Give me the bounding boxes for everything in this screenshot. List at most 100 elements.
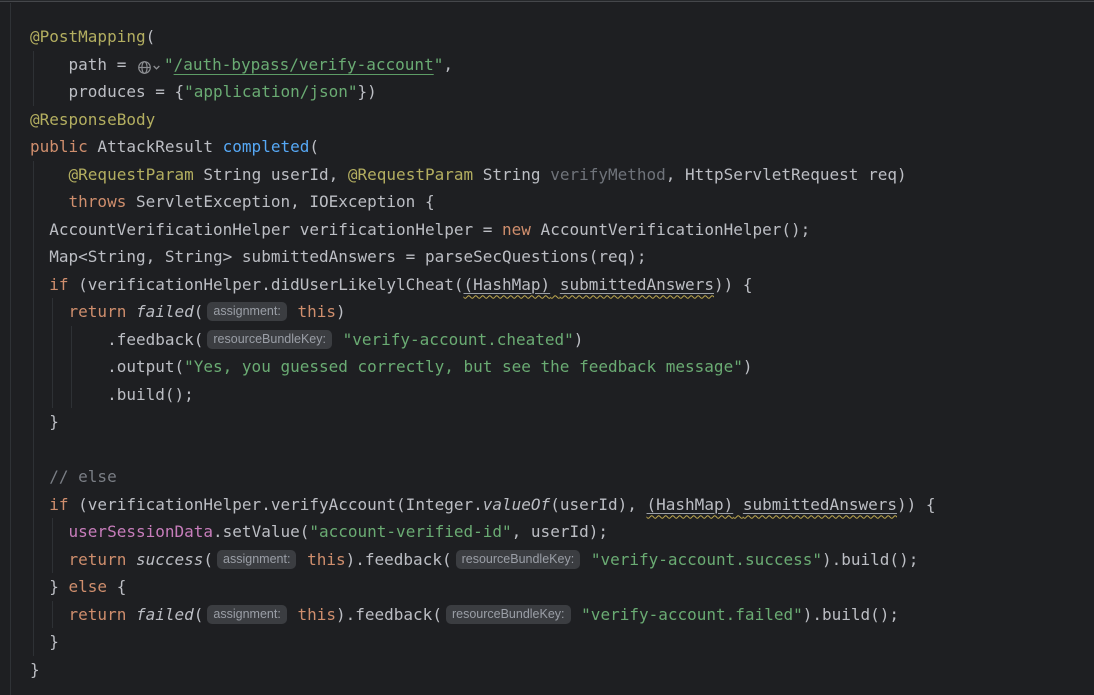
code-line[interactable]: if (verificationHelper.didUserLikelylChe… (30, 271, 936, 299)
code-editor-pane: @PostMapping( path = "/auth-bypass/verif… (0, 0, 1094, 695)
url-link[interactable]: /auth-bypass/verify-account (174, 55, 434, 74)
cast-warning: submittedAnswers (560, 275, 714, 294)
token-string: "application/json" (184, 82, 357, 101)
token-text: String (473, 165, 550, 184)
token-text (297, 550, 307, 569)
token-text: , HttpServletRequest req) (666, 165, 907, 184)
code-line[interactable]: @ResponseBody (30, 106, 936, 134)
token-text: ( (146, 27, 156, 46)
globe-icon (137, 60, 152, 75)
token-text: ( (203, 550, 213, 569)
token-annotation: @RequestParam (69, 165, 194, 184)
code-line[interactable]: } (30, 628, 936, 656)
token-keyword: this (297, 302, 336, 321)
code-line[interactable]: produces = {"application/json"}) (30, 78, 936, 106)
code-line[interactable]: @RequestParam String userId, @RequestPar… (30, 161, 936, 189)
token-text: ( (194, 605, 204, 624)
token-unused-parameter: verifyMethod (550, 165, 666, 184)
token-keyword: this (297, 605, 336, 624)
token-text: ( (194, 302, 204, 321)
token-text: (verificationHelper.didUserLikelylCheat( (69, 275, 464, 294)
code-line[interactable]: path = "/auth-bypass/verify-account", (30, 51, 936, 79)
token-text (30, 192, 69, 211)
token-text: String userId, (194, 165, 348, 184)
token-text (572, 605, 582, 624)
cast-warning-space (733, 495, 743, 514)
code-line[interactable]: userSessionData.setValue("account-verifi… (30, 518, 936, 546)
token-text: produces = { (30, 82, 184, 101)
token-text (30, 275, 49, 294)
token-text: } (30, 632, 59, 651)
code-line[interactable]: return failed(assignment: this) (30, 298, 936, 326)
token-text: } (30, 412, 59, 431)
token-text: }) (358, 82, 377, 101)
chevron-down-icon (152, 63, 161, 72)
token-keyword: this (307, 550, 346, 569)
token-string: "verify-account.cheated" (343, 330, 574, 349)
token-text: AccountVerificationHelper(); (531, 220, 810, 239)
code-line[interactable]: public AttackResult completed( (30, 133, 936, 161)
cast-warning-text: (HashMap) (647, 495, 734, 514)
code-line[interactable]: .feedback(resourceBundleKey: "verify-acc… (30, 326, 936, 354)
token-text: } (30, 577, 69, 596)
token-text: AccountVerificationHelper verificationHe… (30, 220, 502, 239)
token-text: .feedback( (30, 330, 203, 349)
token-annotation: @PostMapping (30, 27, 146, 46)
code-line[interactable]: @PostMapping( (30, 23, 936, 51)
token-annotation: @ResponseBody (30, 110, 155, 129)
token-text: )) { (714, 275, 753, 294)
token-keyword: throws (69, 192, 127, 211)
token-text: AttackResult (88, 137, 223, 156)
token-string: " (434, 55, 444, 74)
code-line[interactable]: } else { (30, 573, 936, 601)
inlay-hint: assignment: (207, 605, 286, 624)
token-string: " (164, 55, 174, 74)
cast-warning-space (550, 275, 560, 294)
token-text (126, 605, 136, 624)
code-line[interactable] (30, 436, 936, 464)
token-string: "Yes, you guessed correctly, but see the… (184, 357, 743, 376)
code-line[interactable]: throws ServletException, IOException { (30, 188, 936, 216)
token-text: (verificationHelper.verifyAccount(Intege… (69, 495, 483, 514)
token-text (30, 467, 49, 486)
cast-warning: (HashMap) (647, 495, 734, 514)
token-text: , (443, 55, 453, 74)
code-line[interactable]: AccountVerificationHelper verificationHe… (30, 216, 936, 244)
token-text (126, 550, 136, 569)
token-text: .setValue( (213, 522, 309, 541)
inlay-hint: resourceBundleKey: (207, 330, 332, 349)
token-text: ServletException, IOException { (126, 192, 434, 211)
token-text: ) (574, 330, 584, 349)
token-text (30, 495, 49, 514)
token-text: { (107, 577, 126, 596)
code-line[interactable]: .output("Yes, you guessed correctly, but… (30, 353, 936, 381)
token-string: "verify-account.failed" (581, 605, 803, 624)
token-text: ) (743, 357, 753, 376)
code-line[interactable]: // else (30, 463, 936, 491)
code-line[interactable]: } (30, 656, 936, 684)
code-line[interactable]: return failed(assignment: this).feedback… (30, 601, 936, 629)
token-text (581, 550, 591, 569)
cast-warning: (HashMap) (463, 275, 550, 294)
token-comment: // else (49, 467, 116, 486)
token-keyword: if (49, 495, 68, 514)
code-line[interactable]: .build(); (30, 381, 936, 409)
token-text: path = (30, 55, 136, 74)
token-keyword: public (30, 137, 88, 156)
token-text (30, 302, 69, 321)
code-line[interactable]: if (verificationHelper.verifyAccount(Int… (30, 491, 936, 519)
url-mapping-widget[interactable] (137, 53, 161, 81)
token-method-declaration: completed (223, 137, 310, 156)
token-keyword: return (69, 550, 127, 569)
code-line[interactable]: } (30, 408, 936, 436)
code-line[interactable]: Map<String, String> submittedAnswers = p… (30, 243, 936, 271)
token-text: .build(); (30, 385, 194, 404)
token-static-method: valueOf (483, 495, 550, 514)
token-static-method: failed (136, 302, 194, 321)
token-text (126, 302, 136, 321)
token-text: ).build(); (803, 605, 899, 624)
code-line[interactable]: return success(assignment: this).feedbac… (30, 546, 936, 574)
token-keyword: else (69, 577, 108, 596)
cast-warning-text: (HashMap) (463, 275, 550, 294)
token-text: } (30, 660, 40, 679)
